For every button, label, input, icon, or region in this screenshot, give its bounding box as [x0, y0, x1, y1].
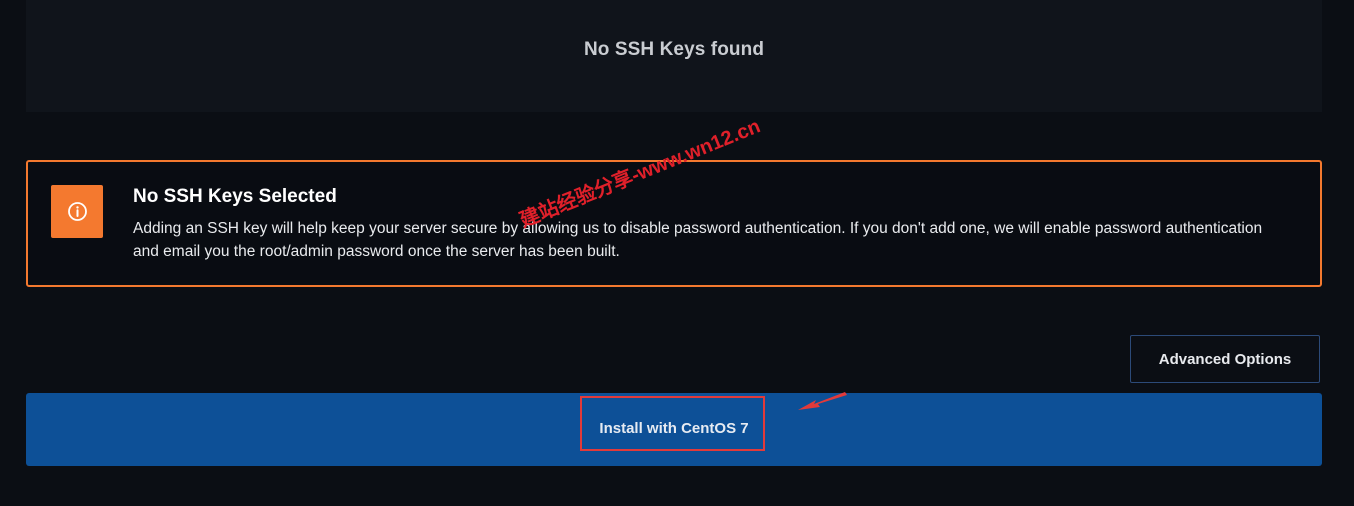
advanced-options-button[interactable]: Advanced Options [1130, 335, 1320, 383]
ssh-keys-panel: No SSH Keys found [26, 0, 1322, 112]
ssh-keys-empty-message: No SSH Keys found [583, 39, 765, 60]
alert-title: No SSH Keys Selected [133, 186, 337, 207]
install-button-label: Install with CentOS 7 [599, 420, 749, 437]
install-button[interactable]: Install with CentOS 7 [26, 393, 1322, 466]
ssh-warning-alert: No SSH Keys Selected Adding an SSH key w… [26, 160, 1322, 287]
page: No SSH Keys found No SSH Keys Selected A… [0, 0, 1354, 506]
info-circle-icon [68, 202, 87, 221]
alert-icon-box [51, 185, 103, 238]
alert-body: Adding an SSH key will help keep your se… [133, 220, 1263, 260]
